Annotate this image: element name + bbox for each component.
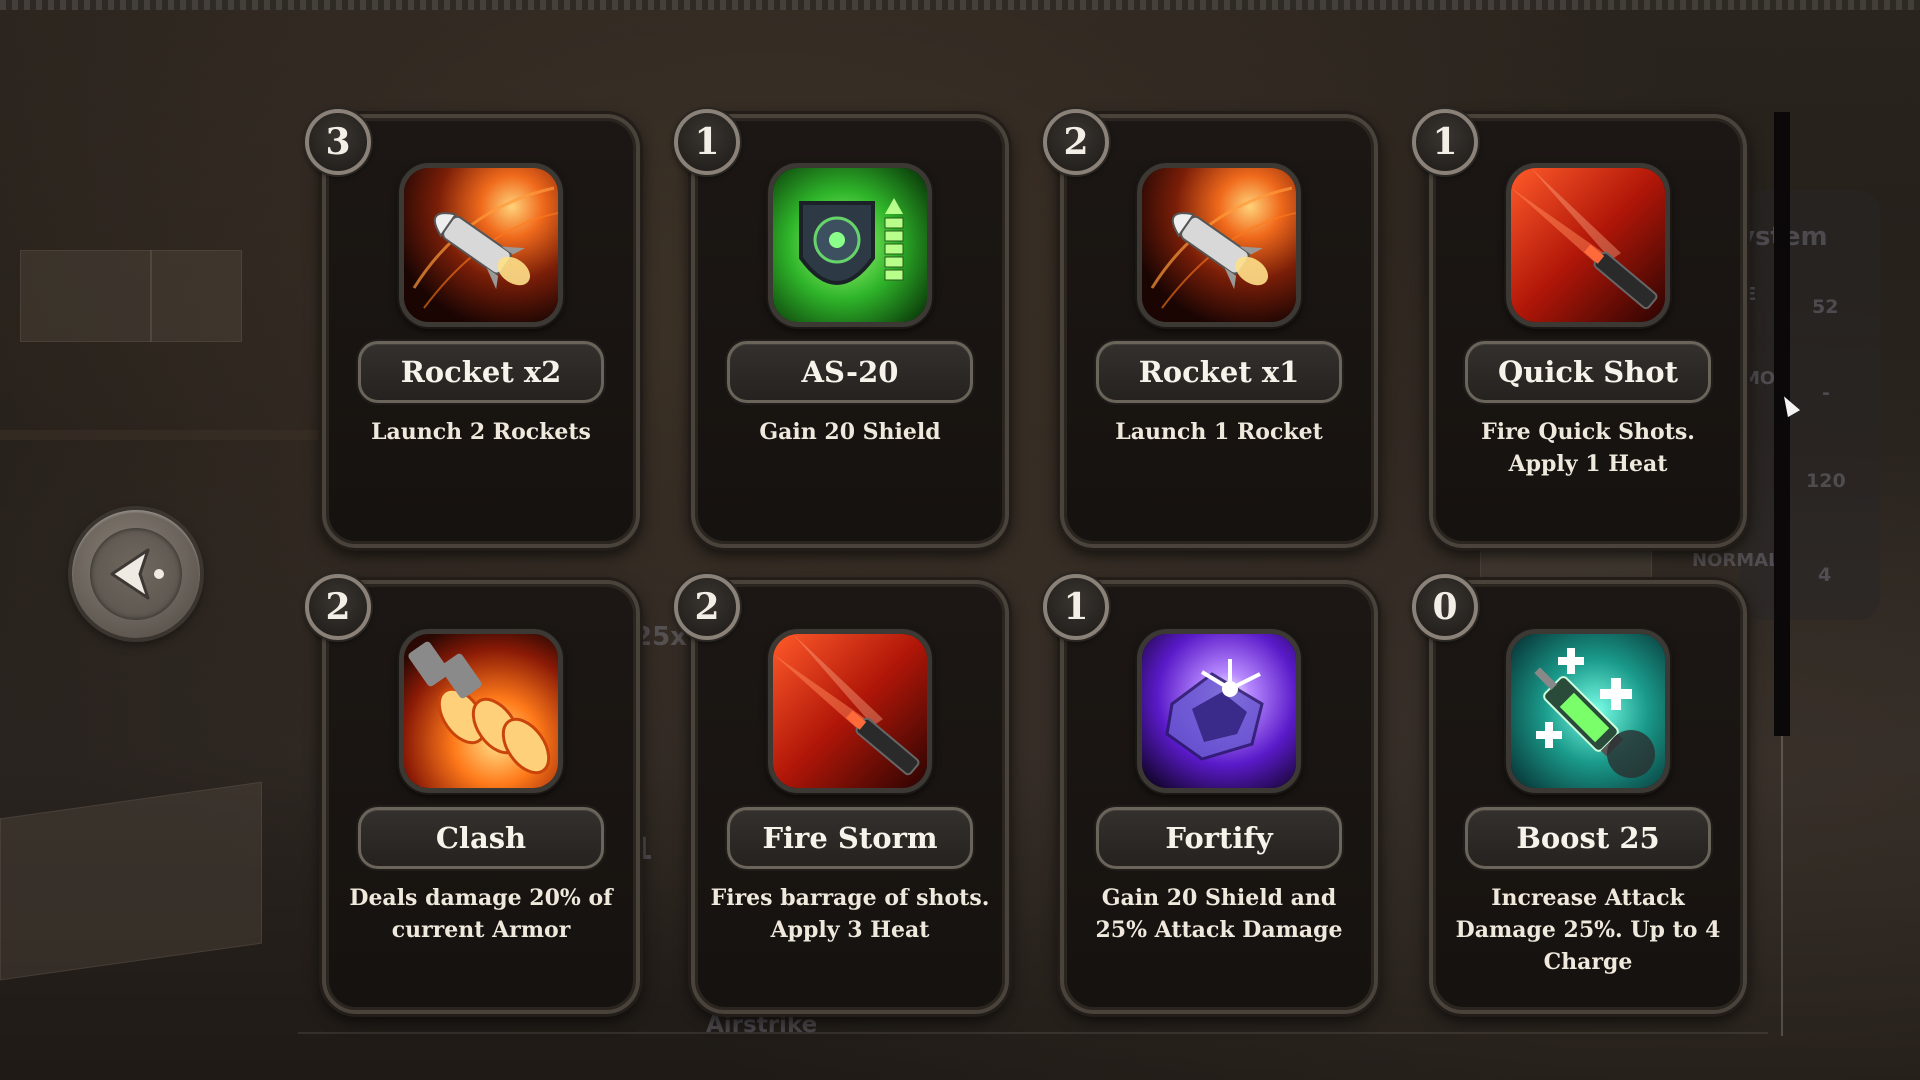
back-arrow-icon bbox=[110, 548, 164, 600]
top-edge-strip bbox=[0, 0, 1920, 10]
background-stat-value: 4 bbox=[1818, 564, 1832, 586]
card-name-plate: Rocket x2 bbox=[358, 341, 604, 403]
card-fire-storm[interactable]: Fire Storm Fires barrage of shots. Apply… bbox=[691, 580, 1009, 1014]
card-description: Launch 2 Rockets bbox=[371, 419, 591, 445]
card-count-badge: 2 bbox=[1043, 109, 1109, 175]
syringe-boost-icon bbox=[1506, 629, 1670, 793]
card-description: Launch 1 Rocket bbox=[1115, 419, 1323, 445]
rocket-icon bbox=[399, 163, 563, 327]
card-as-20[interactable]: AS-20 Gain 20 Shield bbox=[691, 114, 1009, 548]
rocket-barrage-icon bbox=[399, 629, 563, 793]
rocket-icon bbox=[1137, 163, 1301, 327]
card-description: Gain 20 Shield bbox=[759, 419, 941, 445]
card-count-badge: 1 bbox=[1043, 574, 1109, 640]
gun-barrel-icon bbox=[768, 629, 932, 793]
background-multiplier-text: 25x bbox=[634, 622, 687, 652]
card-name-plate: Boost 25 bbox=[1465, 807, 1711, 869]
card-name-plate: Clash bbox=[358, 807, 604, 869]
card-count-badge: 1 bbox=[1412, 109, 1478, 175]
background-window bbox=[150, 250, 242, 342]
background-stat-value: 52 bbox=[1812, 296, 1839, 318]
card-description: Fires barrage of shots. Apply 3 Heat bbox=[710, 885, 990, 943]
card-count-badge: 0 bbox=[1412, 574, 1478, 640]
gun-barrel-icon bbox=[1506, 163, 1670, 327]
card-count-badge: 1 bbox=[674, 109, 740, 175]
background-stat-value: - bbox=[1822, 382, 1830, 404]
card-clash[interactable]: Clash Deals damage 20% of current Armor bbox=[322, 580, 640, 1014]
card-boost-25[interactable]: Boost 25 Increase Attack Damage 25%. Up … bbox=[1429, 580, 1747, 1014]
card-description: Gain 20 Shield and 25% Attack Damage bbox=[1095, 885, 1343, 943]
background-stat-label: NORMAL bbox=[1692, 550, 1780, 571]
card-name-plate: Quick Shot bbox=[1465, 341, 1711, 403]
background-window bbox=[20, 250, 152, 342]
card-count-badge: 2 bbox=[674, 574, 740, 640]
card-description: Fire Quick Shots. Apply 1 Heat bbox=[1481, 419, 1695, 477]
card-count-badge: 2 bbox=[305, 574, 371, 640]
card-quick-shot[interactable]: Quick Shot Fire Quick Shots. Apply 1 Hea… bbox=[1429, 114, 1747, 548]
card-rocket-x1[interactable]: Rocket x1 Launch 1 Rocket bbox=[1060, 114, 1378, 548]
card-name-plate: Fire Storm bbox=[727, 807, 973, 869]
background-shelf bbox=[0, 430, 330, 440]
back-button[interactable] bbox=[72, 510, 200, 638]
card-description: Deals damage 20% of current Armor bbox=[349, 885, 613, 943]
bottom-divider bbox=[298, 1032, 1768, 1034]
shield-icon bbox=[768, 163, 932, 327]
scrollbar[interactable] bbox=[1774, 112, 1790, 736]
card-name-plate: AS-20 bbox=[727, 341, 973, 403]
card-description: Increase Attack Damage 25%. Up to 4 Char… bbox=[1455, 885, 1721, 975]
scrollbar-guide bbox=[1781, 736, 1783, 1036]
background-stat-value: 120 bbox=[1806, 470, 1846, 492]
card-name-plate: Fortify bbox=[1096, 807, 1342, 869]
card-count-badge: 3 bbox=[305, 109, 371, 175]
card-name-plate: Rocket x1 bbox=[1096, 341, 1342, 403]
card-fortify[interactable]: Fortify Gain 20 Shield and 25% Attack Da… bbox=[1060, 580, 1378, 1014]
background-airstrike-text: Airstrike bbox=[706, 1012, 818, 1038]
crystal-burst-icon bbox=[1137, 629, 1301, 793]
card-rocket-x2[interactable]: Rocket x2 Launch 2 Rockets bbox=[322, 114, 640, 548]
